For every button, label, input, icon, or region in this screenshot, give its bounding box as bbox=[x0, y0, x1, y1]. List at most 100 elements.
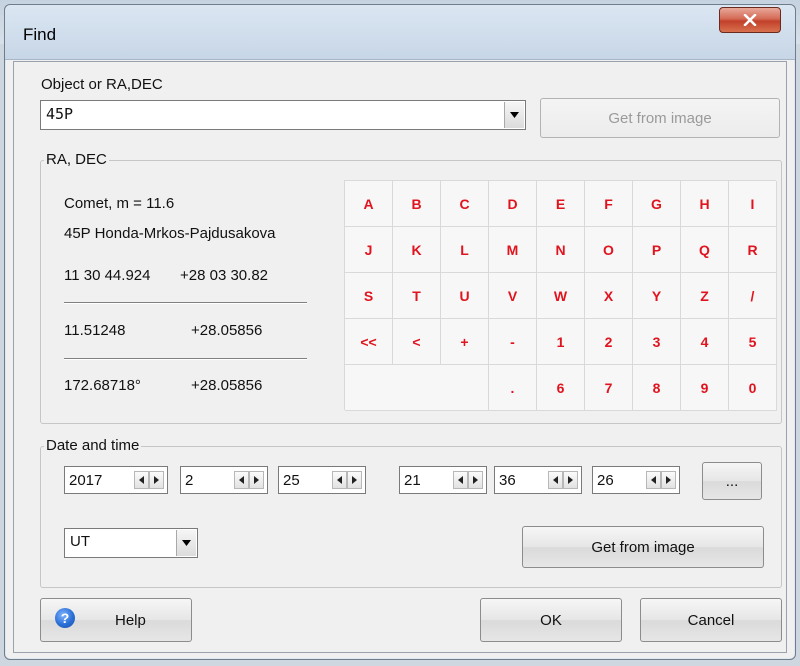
key-g[interactable]: G bbox=[633, 181, 681, 227]
key-c[interactable]: C bbox=[441, 181, 489, 227]
dialog-body: Object or RA,DEC 45P Get from image RA, … bbox=[13, 61, 787, 653]
minute-spinner[interactable]: 36 bbox=[494, 466, 582, 494]
datetime-group-title: Date and time bbox=[44, 437, 142, 454]
key-x[interactable]: X bbox=[585, 273, 633, 319]
day-value: 25 bbox=[283, 472, 300, 489]
month-value: 2 bbox=[185, 472, 194, 489]
key-0[interactable]: 0 bbox=[729, 365, 777, 411]
object-name-line: 45P Honda-Mrkos-Pajdusakova bbox=[64, 225, 276, 242]
minute-value: 36 bbox=[499, 472, 516, 489]
key-5[interactable]: 5 bbox=[729, 319, 777, 365]
key-u[interactable]: U bbox=[441, 273, 489, 319]
key-h[interactable]: H bbox=[681, 181, 729, 227]
separator-2 bbox=[64, 358, 307, 360]
arrow-right-icon[interactable] bbox=[563, 471, 578, 489]
key-t[interactable]: T bbox=[393, 273, 441, 319]
chevron-down-icon bbox=[182, 540, 191, 546]
arrow-left-icon[interactable] bbox=[234, 471, 249, 489]
arrow-left-icon[interactable] bbox=[134, 471, 149, 489]
datetime-more-button[interactable]: ... bbox=[702, 462, 762, 500]
close-icon bbox=[743, 14, 757, 26]
cancel-button[interactable]: Cancel bbox=[640, 598, 782, 642]
key-n[interactable]: N bbox=[537, 227, 585, 273]
key-f[interactable]: F bbox=[585, 181, 633, 227]
arrow-right-icon[interactable] bbox=[149, 471, 164, 489]
key-k[interactable]: K bbox=[393, 227, 441, 273]
second-spinner[interactable]: 26 bbox=[592, 466, 680, 494]
key-w[interactable]: W bbox=[537, 273, 585, 319]
help-icon: ? bbox=[55, 608, 75, 628]
key-2[interactable]: 2 bbox=[585, 319, 633, 365]
key-v[interactable]: V bbox=[489, 273, 537, 319]
arrow-right-icon[interactable] bbox=[347, 471, 362, 489]
arrow-left-icon[interactable] bbox=[332, 471, 347, 489]
key-z[interactable]: Z bbox=[681, 273, 729, 319]
ra-hours: 11.51248 bbox=[64, 322, 126, 339]
key-y[interactable]: Y bbox=[633, 273, 681, 319]
key-i[interactable]: I bbox=[729, 181, 777, 227]
key-slash[interactable]: / bbox=[729, 273, 777, 319]
timezone-dropdown-button[interactable] bbox=[176, 530, 196, 556]
dec-degrees: +28.05856 bbox=[191, 377, 263, 394]
key-plus[interactable]: + bbox=[441, 319, 489, 365]
key-dot[interactable]: . bbox=[489, 365, 537, 411]
hour-spinner[interactable]: 21 bbox=[399, 466, 487, 494]
timezone-combobox[interactable]: UT bbox=[64, 528, 198, 558]
hour-value: 21 bbox=[404, 472, 421, 489]
key-space[interactable] bbox=[345, 365, 489, 411]
get-from-image-button-datetime[interactable]: Get from image bbox=[522, 526, 764, 568]
key-e[interactable]: E bbox=[537, 181, 585, 227]
radec-group-title: RA, DEC bbox=[44, 151, 109, 168]
find-dialog: Find Object or RA,DEC 45P Get from image… bbox=[4, 4, 796, 660]
key-l[interactable]: L bbox=[441, 227, 489, 273]
key-backspace-all[interactable]: << bbox=[345, 319, 393, 365]
object-type-line: Comet, m = 11.6 bbox=[64, 195, 175, 212]
key-4[interactable]: 4 bbox=[681, 319, 729, 365]
key-o[interactable]: O bbox=[585, 227, 633, 273]
key-p[interactable]: P bbox=[633, 227, 681, 273]
key-6[interactable]: 6 bbox=[537, 365, 585, 411]
key-7[interactable]: 7 bbox=[585, 365, 633, 411]
arrow-left-icon[interactable] bbox=[548, 471, 563, 489]
second-value: 26 bbox=[597, 472, 614, 489]
key-d[interactable]: D bbox=[489, 181, 537, 227]
year-spinner[interactable]: 2017 bbox=[64, 466, 168, 494]
key-1[interactable]: 1 bbox=[537, 319, 585, 365]
title-bar: Find bbox=[5, 5, 795, 60]
ok-button[interactable]: OK bbox=[480, 598, 622, 642]
arrow-right-icon[interactable] bbox=[249, 471, 264, 489]
month-spinner[interactable]: 2 bbox=[180, 466, 268, 494]
year-value: 2017 bbox=[69, 472, 103, 489]
key-3[interactable]: 3 bbox=[633, 319, 681, 365]
window-title: Find bbox=[23, 25, 57, 44]
arrow-right-icon[interactable] bbox=[468, 471, 483, 489]
day-spinner[interactable]: 25 bbox=[278, 466, 366, 494]
key-9[interactable]: 9 bbox=[681, 365, 729, 411]
arrow-left-icon[interactable] bbox=[453, 471, 468, 489]
key-b[interactable]: B bbox=[393, 181, 441, 227]
dec-hours: +28.05856 bbox=[191, 322, 263, 339]
key-q[interactable]: Q bbox=[681, 227, 729, 273]
chevron-down-icon bbox=[510, 112, 519, 118]
object-label: Object or RA,DEC bbox=[41, 76, 163, 93]
key-r[interactable]: R bbox=[729, 227, 777, 273]
separator-1 bbox=[64, 302, 307, 304]
help-button[interactable]: ? Help bbox=[40, 598, 192, 642]
close-button[interactable] bbox=[719, 7, 781, 33]
key-m[interactable]: M bbox=[489, 227, 537, 273]
object-combobox[interactable]: 45P bbox=[40, 100, 526, 130]
get-from-image-button-object[interactable]: Get from image bbox=[540, 98, 780, 138]
arrow-left-icon[interactable] bbox=[646, 471, 661, 489]
timezone-value: UT bbox=[70, 533, 90, 550]
key-s[interactable]: S bbox=[345, 273, 393, 319]
key-minus[interactable]: - bbox=[489, 319, 537, 365]
object-value: 45P bbox=[46, 105, 74, 123]
key-backspace[interactable]: < bbox=[393, 319, 441, 365]
ra-sexagesimal: 11 30 44.924 bbox=[64, 267, 151, 284]
object-dropdown-button[interactable] bbox=[504, 102, 524, 128]
key-j[interactable]: J bbox=[345, 227, 393, 273]
arrow-right-icon[interactable] bbox=[661, 471, 676, 489]
key-8[interactable]: 8 bbox=[633, 365, 681, 411]
key-a[interactable]: A bbox=[345, 181, 393, 227]
help-label: Help bbox=[115, 612, 146, 629]
